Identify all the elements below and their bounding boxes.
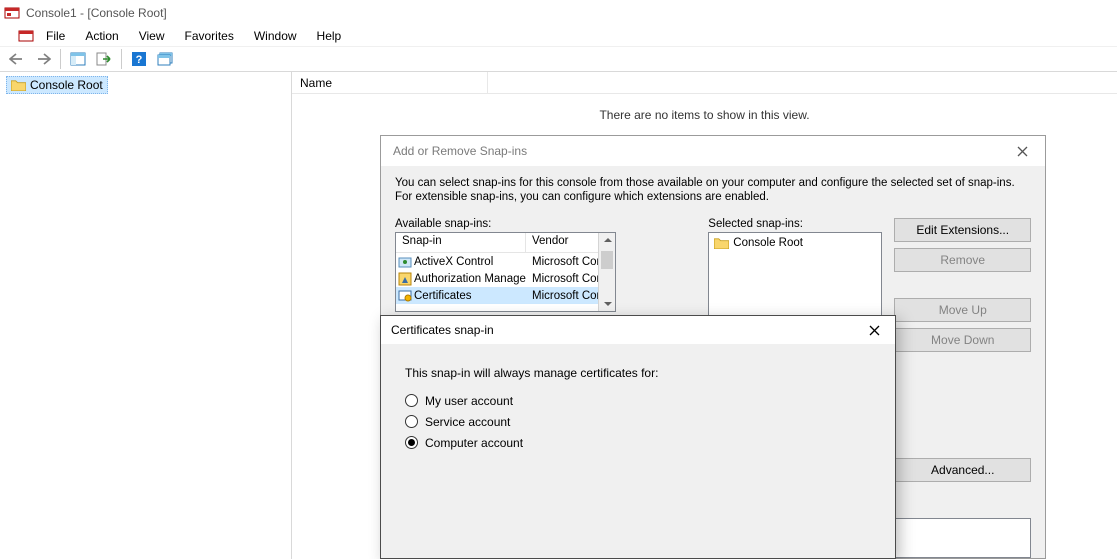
folder-icon: [11, 79, 26, 91]
azman-icon: [398, 272, 412, 286]
list-item[interactable]: Authorization Manager Microsoft Cor...: [396, 270, 615, 287]
menu-app-icon: [18, 28, 34, 44]
menu-favorites[interactable]: Favorites: [175, 27, 244, 45]
activex-icon: [398, 255, 412, 269]
column-name[interactable]: Name: [292, 72, 488, 93]
export-list-button[interactable]: [93, 48, 115, 70]
show-hide-tree-button[interactable]: [67, 48, 89, 70]
move-down-button[interactable]: Move Down: [894, 328, 1031, 352]
menu-view[interactable]: View: [129, 27, 175, 45]
list-item[interactable]: Console Root: [710, 234, 880, 252]
snapins-title-bar[interactable]: Add or Remove Snap-ins: [381, 136, 1045, 166]
radio-my-user-account[interactable]: My user account: [405, 390, 871, 411]
list-item[interactable]: ActiveX Control Microsoft Cor...: [396, 253, 615, 270]
close-icon: [1017, 146, 1028, 157]
radio-computer-account[interactable]: Computer account: [405, 432, 871, 453]
column-snapin[interactable]: Snap-in: [396, 233, 526, 252]
certificates-snapin-dialog: Certificates snap-in This snap-in will a…: [380, 315, 896, 559]
menu-window[interactable]: Window: [244, 27, 307, 45]
available-header: Snap-in Vendor: [396, 233, 615, 253]
snapins-close-button[interactable]: [1007, 139, 1037, 163]
window-title: Console1 - [Console Root]: [26, 6, 167, 20]
available-snapins-list[interactable]: Snap-in Vendor ActiveX Control Microsoft…: [395, 232, 616, 312]
menu-help[interactable]: Help: [307, 27, 352, 45]
svg-text:?: ?: [136, 54, 143, 66]
menu-bar: File Action View Favorites Window Help: [0, 25, 1117, 46]
menu-file[interactable]: File: [36, 27, 75, 45]
toolbar-separator: [60, 49, 61, 69]
advanced-button[interactable]: Advanced...: [894, 458, 1031, 482]
selected-label: Selected snap-ins:: [708, 218, 882, 230]
window-title-bar: Console1 - [Console Root]: [0, 0, 1117, 25]
tree-root-label: Console Root: [30, 78, 103, 92]
list-header-row: Name: [292, 72, 1117, 94]
snapins-title: Add or Remove Snap-ins: [393, 144, 527, 158]
radio-icon: [405, 394, 418, 407]
cert-title-bar[interactable]: Certificates snap-in: [381, 316, 895, 344]
radio-icon: [405, 436, 418, 449]
back-button[interactable]: [6, 48, 28, 70]
snapins-description: You can select snap-ins for this console…: [395, 176, 1031, 204]
remove-button[interactable]: Remove: [894, 248, 1031, 272]
empty-list-message: There are no items to show in this view.: [292, 94, 1117, 128]
list-item[interactable]: Certificates Microsoft Cor...: [396, 287, 615, 304]
move-up-button[interactable]: Move Up: [894, 298, 1031, 322]
new-window-button[interactable]: [154, 48, 176, 70]
toolbar: ?: [0, 46, 1117, 72]
close-icon: [869, 325, 880, 336]
help-button[interactable]: ?: [128, 48, 150, 70]
app-icon: [4, 5, 20, 21]
certificates-icon: [398, 289, 412, 303]
available-label: Available snap-ins:: [395, 218, 616, 230]
tree-pane[interactable]: Console Root: [0, 72, 292, 559]
cert-prompt: This snap-in will always manage certific…: [405, 366, 871, 380]
radio-service-account[interactable]: Service account: [405, 411, 871, 432]
folder-icon: [714, 237, 729, 249]
tree-root-node[interactable]: Console Root: [6, 76, 108, 94]
toolbar-separator: [121, 49, 122, 69]
cert-close-button[interactable]: [859, 318, 889, 342]
edit-extensions-button[interactable]: Edit Extensions...: [894, 218, 1031, 242]
menu-action[interactable]: Action: [75, 27, 128, 45]
cert-title: Certificates snap-in: [391, 323, 494, 337]
snapins-button-column: Edit Extensions... Remove Move Up Move D…: [894, 218, 1031, 486]
radio-icon: [405, 415, 418, 428]
available-scrollbar[interactable]: [598, 233, 615, 311]
forward-button[interactable]: [32, 48, 54, 70]
